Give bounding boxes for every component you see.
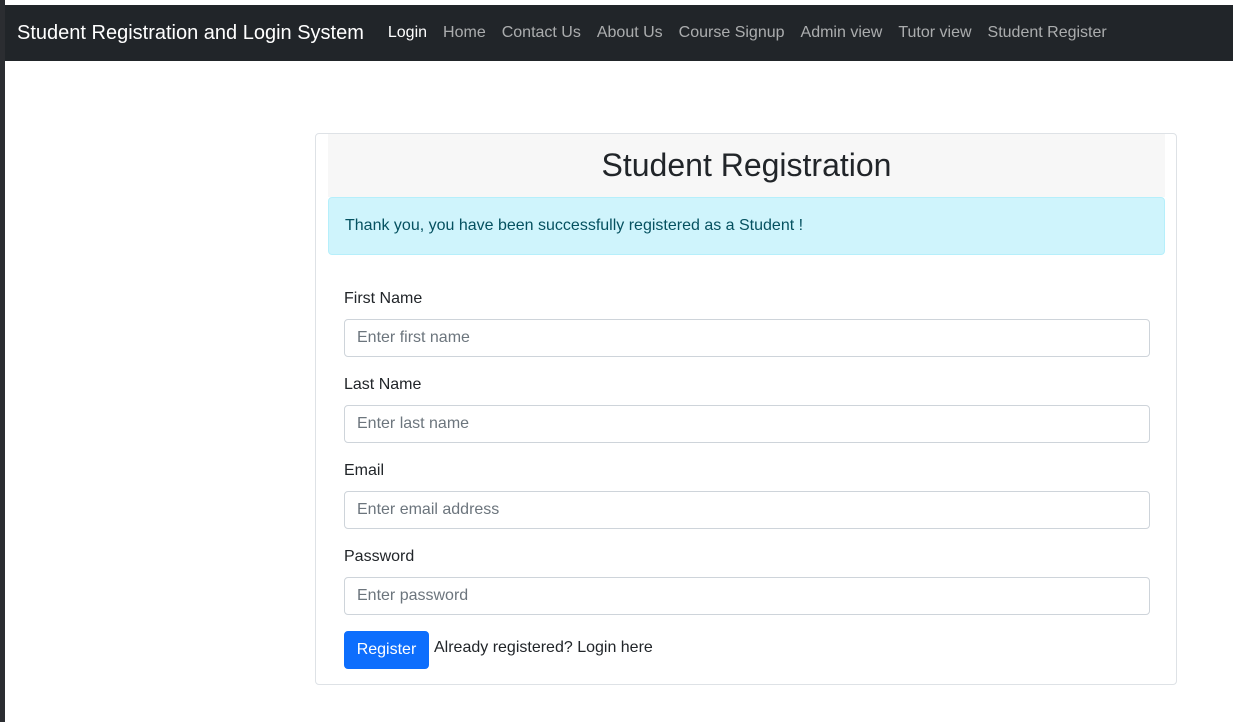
window-edge — [0, 0, 5, 722]
page-title: Student Registration — [601, 147, 892, 183]
register-button[interactable]: Register — [344, 631, 429, 669]
card-header: Student Registration — [328, 134, 1165, 197]
email-label: Email — [344, 462, 385, 479]
success-alert: Thank you, you have been successfully re… — [328, 197, 1165, 255]
nav-link-admin-view[interactable]: Admin view — [801, 24, 883, 42]
nav-link-course-signup[interactable]: Course Signup — [679, 24, 785, 42]
nav-link-about-us[interactable]: About Us — [597, 24, 663, 42]
last-name-input[interactable] — [344, 405, 1150, 443]
password-label: Password — [344, 548, 415, 565]
email-input[interactable] — [344, 491, 1150, 529]
nav-link-student-register[interactable]: Student Register — [988, 24, 1107, 42]
nav-link-login[interactable]: Login — [388, 24, 427, 42]
navbar-brand[interactable]: Student Registration and Login System — [17, 22, 364, 45]
navbar: Student Registration and Login System Lo… — [5, 5, 1233, 61]
last-name-label: Last Name — [344, 376, 422, 393]
nav-link-contact-us[interactable]: Contact Us — [502, 24, 581, 42]
nav-link-home[interactable]: Home — [443, 24, 486, 42]
nav-links: Login Home Contact Us About Us Course Si… — [388, 24, 1123, 42]
registration-card: Student Registration Thank you, you have… — [315, 133, 1177, 685]
nav-link-tutor-view[interactable]: Tutor view — [898, 24, 971, 42]
password-input[interactable] — [344, 577, 1150, 615]
login-here-link[interactable]: Already registered? Login here — [434, 639, 653, 657]
first-name-input[interactable] — [344, 319, 1150, 357]
first-name-label: First Name — [344, 290, 423, 307]
